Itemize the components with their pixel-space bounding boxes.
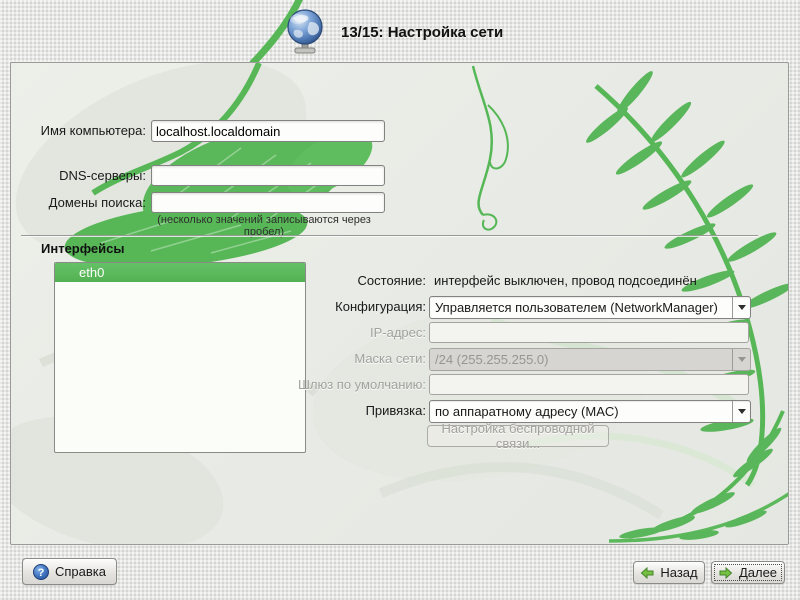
netmask-dropdown-button bbox=[732, 349, 750, 370]
status-label: Состояние: bbox=[151, 270, 426, 291]
arrow-left-icon bbox=[640, 567, 654, 579]
main-panel: Имя компьютера: DNS-серверы: Домены поис… bbox=[10, 62, 789, 545]
search-domains-label: Домены поиска: bbox=[21, 192, 146, 213]
interfaces-section-title: Интерфейсы bbox=[41, 241, 125, 256]
configuration-label: Конфигурация: bbox=[151, 296, 426, 317]
globe-network-icon bbox=[283, 8, 327, 56]
chevron-down-icon bbox=[738, 305, 746, 314]
wireless-settings-button: Настройка беспроводной связи... bbox=[427, 425, 609, 447]
help-question-icon: ? bbox=[33, 564, 49, 580]
configuration-combobox[interactable]: Управляется пользователем (NetworkManage… bbox=[429, 296, 751, 319]
wizard-header: 13/15: Настройка сети bbox=[283, 8, 503, 56]
gateway-label: Шлюз по умолчанию: bbox=[151, 374, 426, 395]
hostname-label: Имя компьютера: bbox=[21, 120, 146, 141]
binding-combobox[interactable]: по аппаратному адресу (MAC) bbox=[429, 400, 751, 423]
help-button[interactable]: ? Справка bbox=[22, 558, 117, 585]
netmask-combobox: /24 (255.255.255.0) bbox=[429, 348, 751, 371]
ip-address-input bbox=[429, 322, 749, 343]
gateway-input bbox=[429, 374, 749, 395]
binding-dropdown-button[interactable] bbox=[732, 401, 750, 422]
dns-input[interactable] bbox=[151, 165, 385, 186]
status-value: интерфейс выключен, провод подсоединён bbox=[434, 270, 697, 291]
next-button[interactable]: Далее bbox=[711, 561, 785, 584]
help-button-label: Справка bbox=[55, 564, 106, 579]
section-separator bbox=[21, 235, 758, 237]
chevron-down-icon bbox=[738, 357, 746, 366]
configuration-value: Управляется пользователем (NetworkManage… bbox=[430, 300, 732, 315]
binding-value: по аппаратному адресу (MAC) bbox=[430, 404, 732, 419]
arrow-right-icon bbox=[719, 567, 733, 579]
page-title: 13/15: Настройка сети bbox=[341, 24, 503, 41]
configuration-dropdown-button[interactable] bbox=[732, 297, 750, 318]
netmask-label: Маска сети: bbox=[151, 348, 426, 369]
ip-address-label: IP-адрес: bbox=[151, 322, 426, 343]
search-domains-input[interactable] bbox=[151, 192, 385, 213]
next-button-label: Далее bbox=[739, 565, 777, 580]
back-button-label: Назад bbox=[660, 565, 697, 580]
dns-label: DNS-серверы: bbox=[21, 165, 146, 186]
hostname-input[interactable] bbox=[151, 120, 385, 142]
binding-label: Привязка: bbox=[151, 400, 426, 421]
back-button[interactable]: Назад bbox=[633, 561, 705, 584]
netmask-value: /24 (255.255.255.0) bbox=[430, 352, 732, 367]
chevron-down-icon bbox=[738, 409, 746, 418]
